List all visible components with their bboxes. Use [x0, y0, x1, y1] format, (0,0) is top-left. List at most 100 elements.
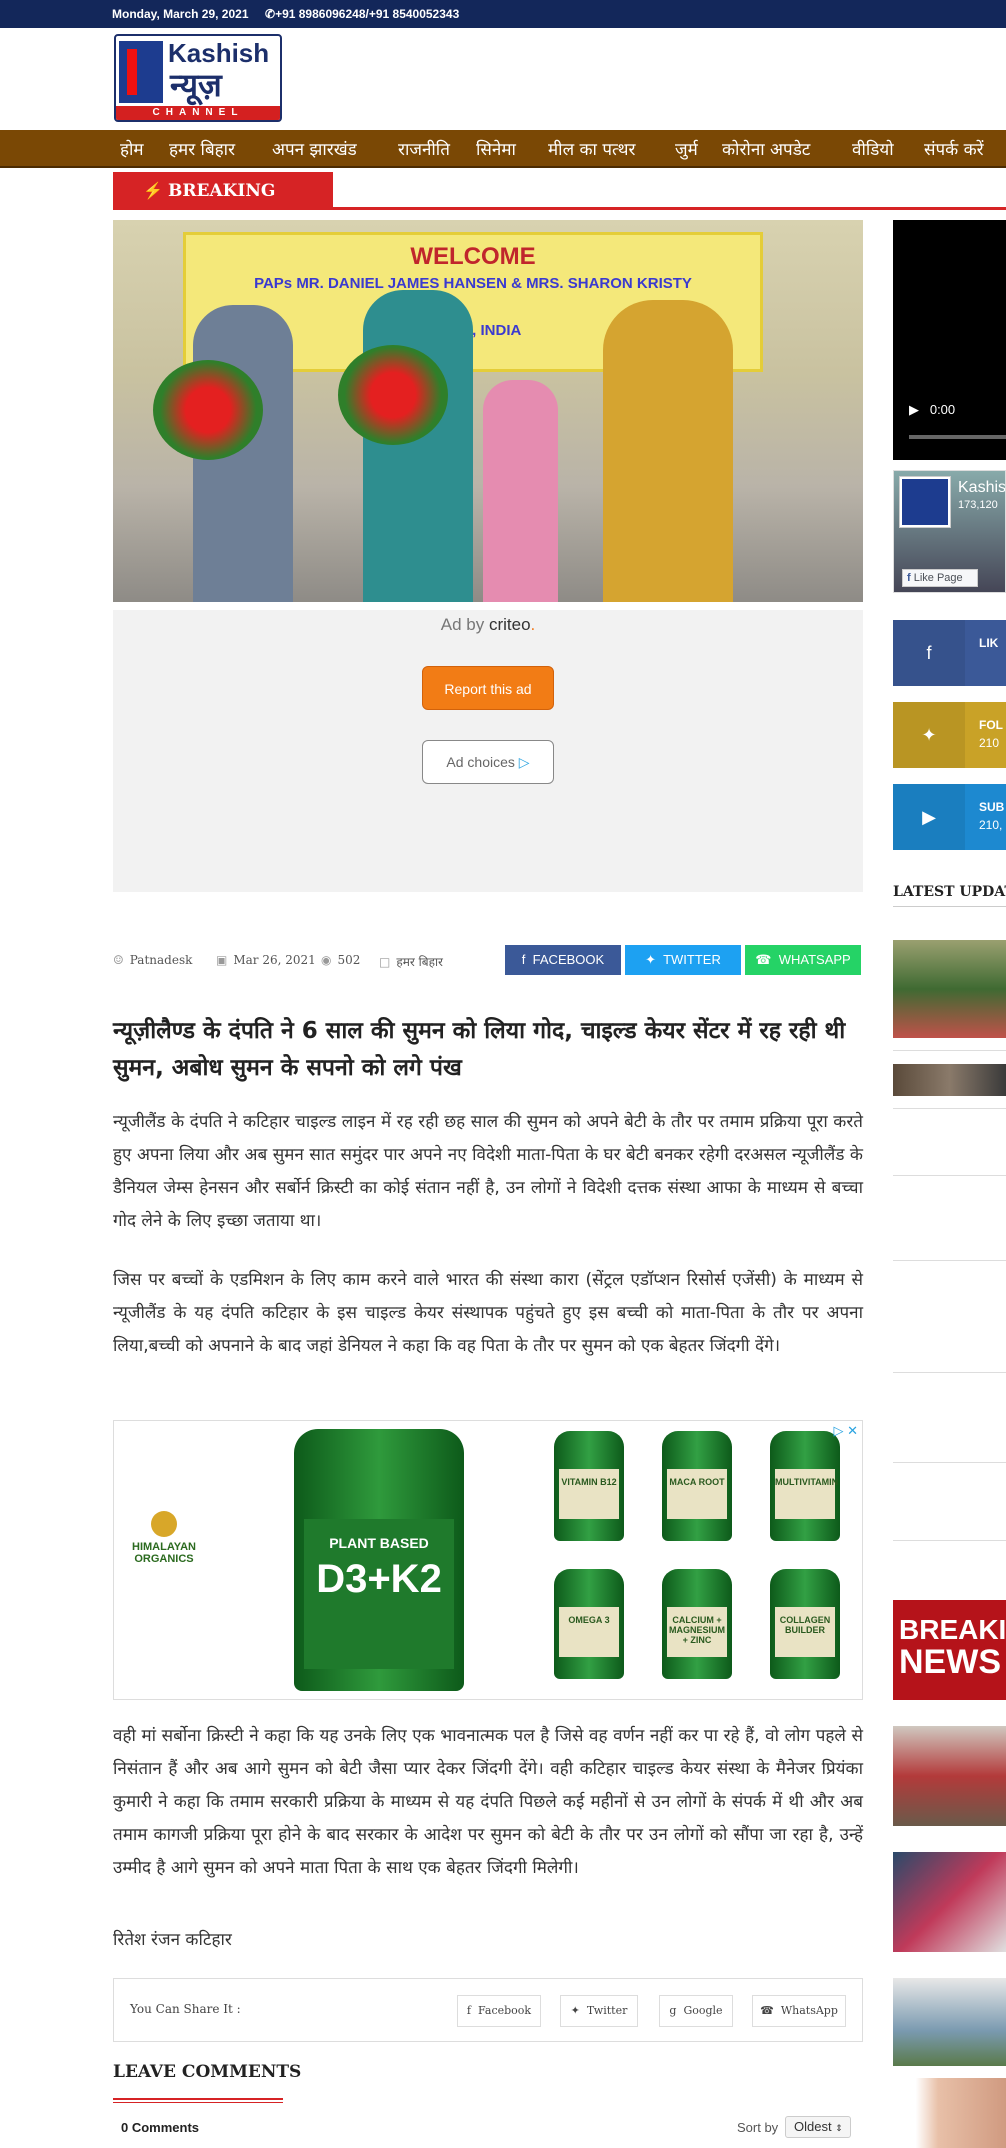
fb-page-avatar [899, 476, 951, 528]
share-facebook-link[interactable]: f Facebook [457, 1995, 541, 2027]
ad-brand-text: HIMALAYAN ORGANICS [132, 1541, 196, 1565]
sort-select[interactable]: Oldest ⇕ [785, 2116, 851, 2138]
list-divider [893, 1462, 1006, 1463]
flower-bouquet [338, 345, 448, 445]
chevron-updown-icon: ⇕ [835, 2123, 843, 2133]
whatsapp-icon: ☎ [755, 952, 772, 967]
video-player[interactable]: ▶ 0:00 [893, 220, 1006, 460]
article-paragraph: वही मां सर्बोना क्रिस्टी ने कहा कि यह उन… [113, 1726, 863, 1878]
list-divider [893, 1372, 1006, 1373]
latest-thumbnail[interactable] [893, 1726, 1006, 1826]
nav-item-rajneeti[interactable]: राजनीति [398, 137, 450, 160]
share-google-link[interactable]: g Google [659, 1995, 733, 2027]
main-nav: होम हमर बिहार अपन झारखंड राजनीति सिनेमा … [0, 130, 1006, 168]
social-youtube-count: 210, [979, 818, 1003, 832]
latest-updates-heading: LATEST UPDATES [893, 884, 1006, 900]
video-progress-bar[interactable] [909, 435, 1006, 439]
nav-item-apan-jharkhand[interactable]: अपन झारखंड [272, 137, 357, 160]
share-whatsapp-text: WhatsApp [780, 2004, 838, 2017]
ad-product: OMEGA 3 [554, 1569, 624, 1679]
ad-product-label: MACA ROOT [667, 1469, 727, 1519]
sort-label: Sort by [737, 2120, 779, 2135]
share-twitter-label: TWITTER [663, 952, 721, 967]
youtube-icon: ▶ [893, 784, 965, 850]
ad-main-label: PLANT BASED D3+K2 [304, 1519, 454, 1669]
social-facebook-box[interactable]: f LIK [893, 620, 1006, 686]
facebook-page-widget[interactable]: Kashish 173,120 f Like Page [893, 470, 1006, 593]
google-icon: g [669, 2004, 677, 2017]
views-value: 502 [337, 953, 361, 967]
article-paragraph: न्यूजीलैंड के दंपति ने कटिहार चाइल्ड लाइ… [113, 1112, 863, 1231]
play-icon[interactable]: ▶ [909, 402, 919, 417]
meta-category[interactable]: □ हमर बिहार [379, 953, 443, 970]
share-twitter-button[interactable]: ✦ TWITTER [625, 945, 741, 975]
ad-choices-button[interactable]: Ad choices ▷ [422, 740, 554, 784]
nav-item-video[interactable]: वीडियो [852, 137, 894, 160]
list-divider [893, 1108, 1006, 1109]
latest-thumbnail[interactable] [893, 1852, 1006, 1952]
share-twitter-link[interactable]: ✦ Twitter [560, 1995, 638, 2027]
phone-icon: ✆ [265, 7, 276, 21]
whatsapp-icon: ☎ [760, 2004, 774, 2017]
video-controls: ▶ 0:00 [909, 402, 955, 418]
banner-welcome: WELCOME [410, 243, 536, 270]
share-whatsapp-link[interactable]: ☎ WhatsApp [752, 1995, 846, 2027]
ad-product-label: VITAMIN B12 [559, 1469, 619, 1519]
calendar-icon: ▣ [216, 953, 228, 967]
share-facebook-text: Facebook [478, 2004, 532, 2017]
product-ad[interactable]: HIMALAYAN ORGANICS PLANT BASED D3+K2 VITA… [113, 1420, 863, 1700]
ad-brand-logo: HIMALAYAN ORGANICS [114, 1511, 214, 1565]
logo-text-kashish: Kashish [168, 38, 270, 68]
breaking-news-bar: BREAKING NEWS [113, 172, 1006, 239]
share-whatsapp-button[interactable]: ☎ WHATSAPP [745, 945, 861, 975]
breaking-news-thumbnail[interactable]: BREAKINGNEWS [893, 1600, 1006, 1700]
ad-product-label: COLLAGEN BUILDER [775, 1607, 835, 1657]
latest-thumbnail[interactable] [893, 1978, 1006, 2066]
fb-page-name[interactable]: Kashish [958, 479, 1005, 497]
brand-seal-icon [151, 1511, 177, 1537]
social-twitter-count: 210 [979, 736, 1000, 750]
banner-names: PAPs MR. DANIEL JAMES HANSEN & MRS. SHAR… [254, 275, 692, 292]
ad-close-icon[interactable]: ▷ ✕ [833, 1423, 858, 1439]
person-child [483, 380, 558, 602]
article-title: न्यूज़ीलैण्ड के दंपति ने 6 साल की सुमन क… [113, 1018, 846, 1081]
nav-item-home[interactable]: होम [120, 137, 144, 160]
category-value: हमर बिहार [396, 955, 443, 969]
ad-product-label: MULTIVITAMIN [775, 1469, 838, 1519]
latest-thumbnail[interactable] [893, 1064, 1006, 1096]
logo-text-channel: CHANNEL [116, 106, 280, 120]
nav-item-hamar-bihar[interactable]: हमर बिहार [169, 137, 235, 160]
share-google-text: Google [683, 2004, 723, 2017]
ad-product: VITAMIN B12 [554, 1431, 624, 1541]
folder-icon: □ [379, 955, 391, 969]
fb-like-page-button[interactable]: f Like Page [902, 569, 978, 587]
report-ad-button[interactable]: Report this ad [422, 666, 554, 710]
nav-item-contact[interactable]: संपर्क करें [924, 137, 984, 160]
site-logo[interactable]: Kashish न्यूज़ CHANNEL [114, 34, 282, 122]
latest-thumbnail[interactable] [893, 940, 1006, 1038]
share-box: You Can Share It : f Facebook ✦ Twitter … [113, 1978, 863, 2042]
ad-by-text: Ad by [440, 615, 485, 634]
article-meta: ☺ Patnadesk ▣ Mar 26, 2021 ◉ 502 □ हमर बिहार… [113, 945, 863, 975]
facebook-icon: f [907, 572, 911, 584]
ad-main-product: PLANT BASED D3+K2 [294, 1429, 464, 1691]
nav-item-meel-ka-patthar[interactable]: मील का पत्थर [548, 137, 635, 160]
social-twitter-label: FOL [979, 718, 1003, 732]
nav-item-jurm[interactable]: जुर्म [675, 137, 698, 160]
ad-main-line1: PLANT BASED [329, 1535, 429, 1551]
social-youtube-box[interactable]: ▶ SUB 210, [893, 784, 1006, 850]
criteo-logo[interactable]: criteo [489, 615, 531, 634]
nav-item-corona-update[interactable]: कोरोना अपडेट [722, 137, 810, 160]
social-twitter-box[interactable]: ✦ FOL 210 [893, 702, 1006, 768]
meta-author[interactable]: ☺ Patnadesk [113, 953, 192, 967]
share-label: You Can Share It : [130, 2002, 241, 2016]
ad-choices-icon: ▷ [518, 754, 530, 770]
date-value: Mar 26, 2021 [233, 953, 316, 967]
share-whatsapp-label: WHATSAPP [778, 952, 851, 967]
flower-bouquet [153, 360, 263, 460]
social-facebook-label: LIK [979, 636, 999, 650]
list-divider [893, 1260, 1006, 1261]
latest-thumbnail[interactable] [893, 2078, 1006, 2148]
share-facebook-button[interactable]: f FACEBOOK [505, 945, 621, 975]
nav-item-cinema[interactable]: सिनेमा [476, 137, 516, 160]
